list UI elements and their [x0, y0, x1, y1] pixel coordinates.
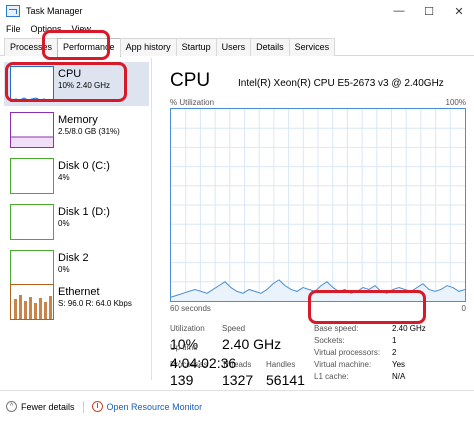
tab-bar: Processes Performance App history Startu… — [0, 38, 474, 57]
cpu-detail-panel: CPU Intel(R) Xeon(R) CPU E5-2673 v3 @ 2.… — [160, 58, 470, 388]
disk-1-thumbnail-graph — [10, 204, 54, 240]
close-button[interactable]: ✕ — [444, 0, 474, 22]
cpu-utilization-chart — [170, 109, 466, 301]
sockets-value: 1 — [392, 336, 397, 345]
time-axis-label: 60 seconds — [170, 304, 211, 313]
footer-divider — [82, 400, 84, 413]
sidebar-item-detail: S: 96.0 R: 64.0 Kbps — [58, 299, 132, 308]
menu-bar: File Options View — [0, 22, 474, 36]
cpu-model-name: Intel(R) Xeon(R) CPU E5-2673 v3 @ 2.40GH… — [238, 78, 444, 89]
cpu-utilization-graph — [170, 108, 466, 302]
l1-cache-value: N/A — [392, 372, 406, 381]
window-title: Task Manager — [26, 6, 83, 16]
sidebar-item-memory[interactable]: Memory 2.5/8.0 GB (31%) — [4, 108, 149, 152]
title-bar: Task Manager — ☐ ✕ — [0, 0, 474, 22]
speed-value: 2.40 GHz — [222, 336, 282, 352]
sidebar-item-label: Memory — [58, 114, 98, 126]
sidebar-item-label: CPU — [58, 68, 82, 80]
sidebar-item-cpu[interactable]: CPU 10% 2.40 GHz — [4, 62, 149, 106]
sidebar-item-detail: 4% — [58, 173, 70, 182]
menu-view[interactable]: View — [72, 24, 91, 34]
tab-startup[interactable]: Startup — [175, 38, 217, 56]
maximize-button[interactable]: ☐ — [414, 0, 444, 22]
sidebar-item-label: Disk 1 (D:) — [58, 206, 110, 218]
memory-thumbnail-graph — [10, 112, 54, 148]
handles-label: Handles — [266, 360, 296, 369]
utilization-max-label: 100% — [445, 98, 466, 107]
open-resource-monitor-link[interactable]: Open Resource Monitor — [107, 402, 203, 412]
utilization-axis-label: % Utilization — [170, 98, 215, 107]
sidebar-item-detail: 0% — [58, 265, 70, 274]
tab-details[interactable]: Details — [250, 38, 290, 56]
sidebar-item-label: Disk 2 — [58, 252, 89, 264]
virtual-machine-value: Yes — [392, 360, 406, 369]
menu-options[interactable]: Options — [31, 24, 62, 34]
virtual-machine-label: Virtual machine: — [314, 360, 372, 369]
virtual-processors-value: 2 — [392, 348, 397, 357]
tab-performance[interactable]: Performance — [57, 38, 121, 57]
ethernet-thumbnail-graph — [10, 284, 54, 320]
sidebar-item-detail: 0% — [58, 219, 70, 228]
tab-services[interactable]: Services — [288, 38, 336, 56]
sockets-label: Sockets: — [314, 336, 345, 345]
fewer-details-link[interactable]: Fewer details — [21, 402, 75, 412]
sidebar-item-label: Ethernet — [58, 286, 100, 298]
minimize-button[interactable]: — — [384, 0, 414, 22]
page-title: CPU — [170, 70, 211, 91]
sidebar-item-detail: 2.5/8.0 GB (31%) — [58, 127, 120, 136]
sidebar-item-disk-0[interactable]: Disk 0 (C:) 4% — [4, 154, 149, 198]
menu-file[interactable]: File — [6, 24, 21, 34]
threads-value: 1327 — [222, 372, 254, 388]
graph-min-label: 0 — [461, 304, 466, 313]
chevron-up-icon[interactable]: ^ — [6, 401, 17, 412]
disk-0-thumbnail-graph — [10, 158, 54, 194]
speed-label: Speed — [222, 324, 246, 333]
tab-processes[interactable]: Processes — [4, 38, 59, 56]
resource-monitor-icon[interactable] — [91, 401, 103, 412]
sidebar-item-label: Disk 0 (C:) — [58, 160, 110, 172]
window-controls: — ☐ ✕ — [384, 0, 474, 22]
sidebar-item-ethernet[interactable]: Ethernet S: 96.0 R: 64.0 Kbps — [4, 280, 149, 324]
sidebar-item-detail: 10% 2.40 GHz — [58, 81, 111, 90]
tab-users[interactable]: Users — [215, 38, 252, 56]
uptime-label: Up time — [170, 343, 198, 352]
utilization-label: Utilization — [170, 324, 205, 333]
resource-sidebar: CPU 10% 2.40 GHz Memory 2.5/8.0 GB (31%)… — [0, 58, 152, 380]
virtual-processors-label: Virtual processors: — [314, 348, 381, 357]
base-speed-value: 2.40 GHz — [392, 324, 426, 333]
cpu-thumbnail-graph — [10, 66, 54, 102]
handles-value: 56141 — [266, 372, 305, 388]
l1-cache-label: L1 cache: — [314, 372, 349, 381]
footer-bar: ^ Fewer details Open Resource Monitor — [0, 390, 474, 422]
sidebar-item-disk-1[interactable]: Disk 1 (D:) 0% — [4, 200, 149, 244]
processes-value: 139 — [170, 372, 194, 388]
task-manager-icon — [6, 5, 20, 17]
base-speed-label: Base speed: — [314, 324, 359, 333]
uptime-value: 4:04:02:36 — [170, 355, 237, 371]
tab-app-history[interactable]: App history — [119, 38, 177, 56]
